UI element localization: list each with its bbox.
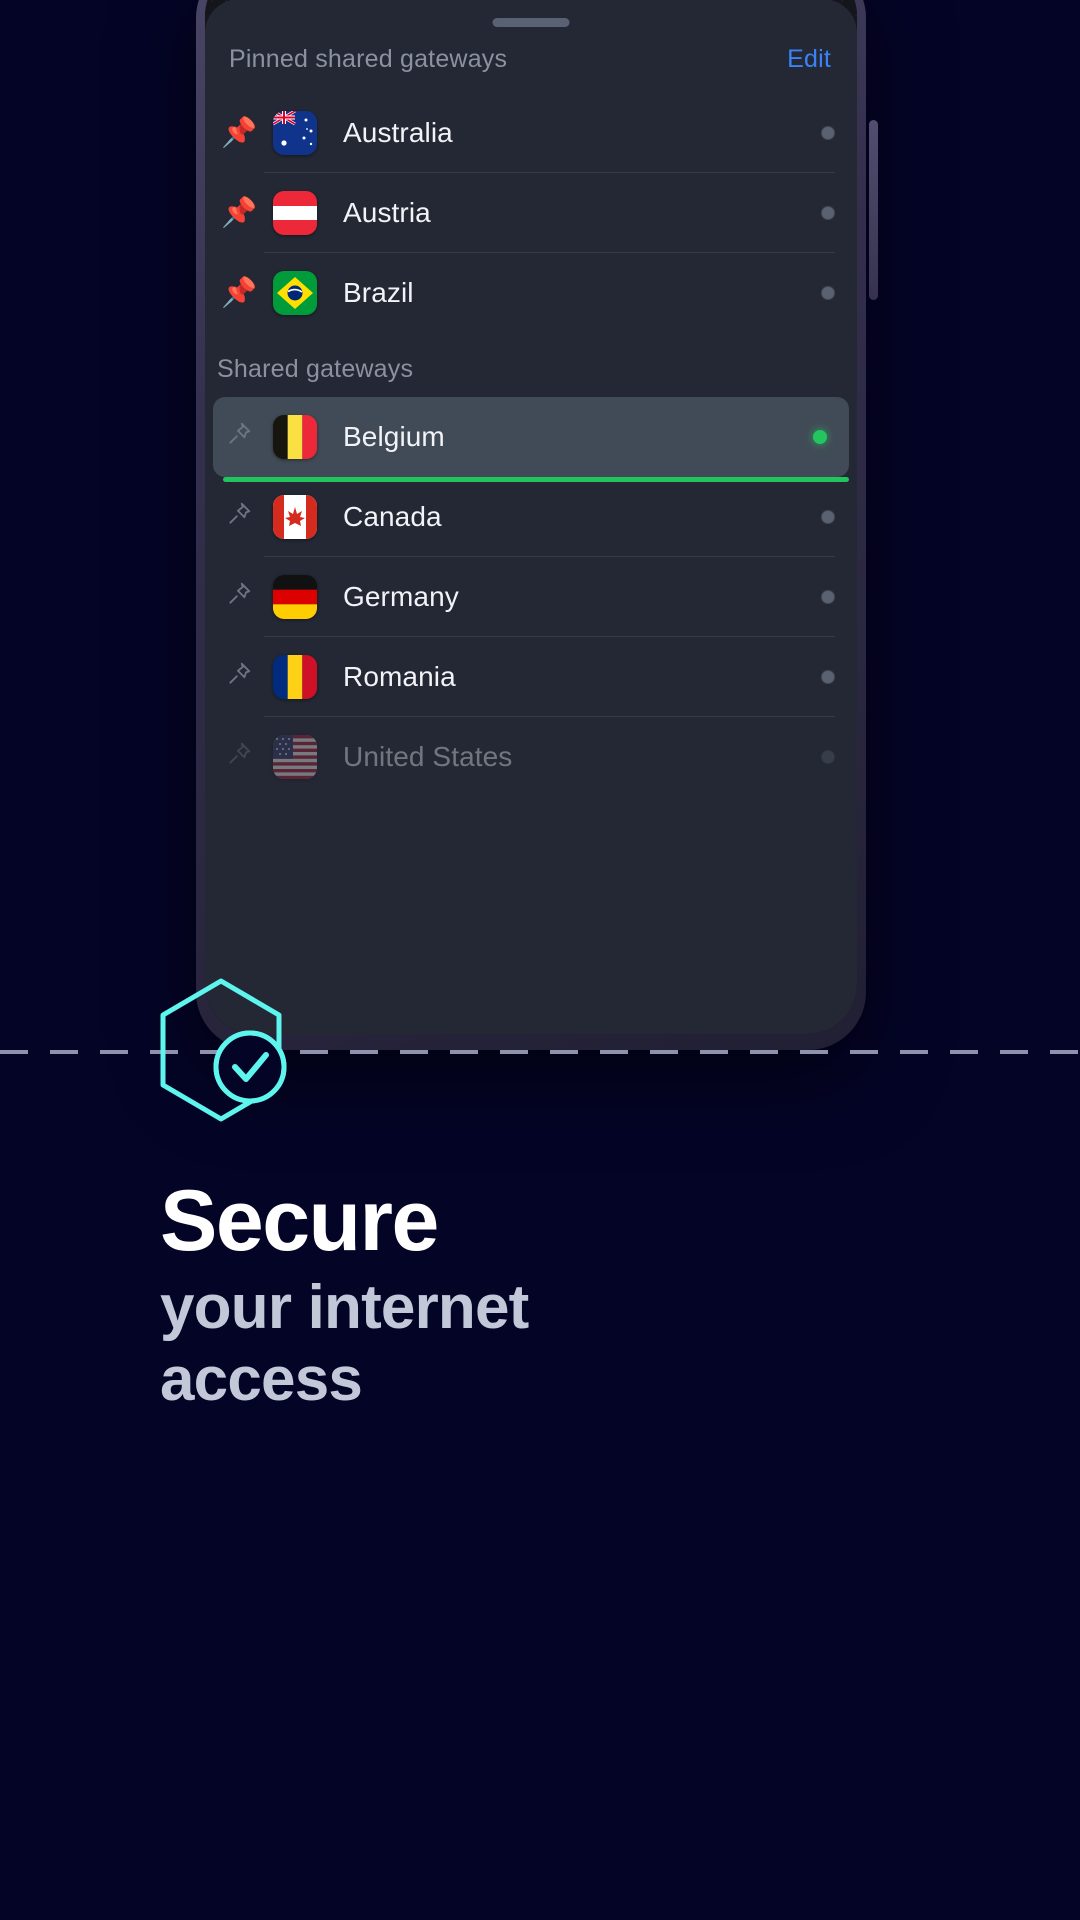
gateway-name: Austria bbox=[343, 197, 431, 228]
connection-status-dot[interactable] bbox=[821, 206, 835, 220]
flag-icon-de bbox=[273, 575, 317, 619]
flag-icon-ca bbox=[273, 495, 317, 539]
shared-section-label: Shared gateways bbox=[217, 355, 414, 383]
flag-icon-be bbox=[273, 415, 317, 459]
gateway-name: Brazil bbox=[343, 277, 414, 308]
connection-status-dot[interactable] bbox=[813, 430, 827, 444]
page-title: Secure bbox=[160, 1173, 439, 1269]
flag-icon-us bbox=[273, 735, 317, 779]
connection-status-dot[interactable] bbox=[821, 126, 835, 140]
connection-status-dot[interactable] bbox=[821, 670, 835, 684]
pin-icon-outline[interactable] bbox=[217, 661, 261, 693]
gateway-name: United States bbox=[343, 741, 513, 772]
gateway-name: Canada bbox=[343, 501, 442, 532]
gateway-bottom-sheet: Pinned shared gateways Edit 📌 Australia … bbox=[205, 0, 857, 1034]
phone-side-button bbox=[869, 120, 878, 300]
gateway-row[interactable]: Belgium bbox=[213, 397, 849, 482]
gateway-name: Belgium bbox=[343, 421, 445, 452]
connection-status-dot[interactable] bbox=[821, 510, 835, 524]
page-subtitle: your internet access bbox=[160, 1272, 529, 1416]
gateway-list: 📌 Australia 📌 Austria 📌 Brazil Shared ga… bbox=[205, 93, 857, 797]
connection-status-dot[interactable] bbox=[821, 590, 835, 604]
subtitle-line-1: your internet bbox=[160, 1273, 529, 1342]
flag-icon-au bbox=[273, 111, 317, 155]
gateway-row[interactable]: 📌 Brazil bbox=[205, 253, 857, 333]
app-screen: Pinned shared gateways Edit 📌 Australia … bbox=[0, 0, 1080, 1920]
gateway-row[interactable]: Canada bbox=[205, 477, 857, 557]
flag-icon-ro bbox=[273, 655, 317, 699]
connection-status-dot[interactable] bbox=[821, 286, 835, 300]
flag-icon-at bbox=[273, 191, 317, 235]
shield-check-icon bbox=[155, 975, 287, 1125]
pinned-section-label: Pinned shared gateways bbox=[229, 45, 508, 73]
gateway-name: Romania bbox=[343, 661, 456, 692]
gateway-name: Germany bbox=[343, 581, 459, 612]
phone-screen: Pinned shared gateways Edit 📌 Australia … bbox=[205, 0, 857, 1034]
gateway-row[interactable]: United States bbox=[205, 717, 857, 797]
gateway-row[interactable]: Romania bbox=[205, 637, 857, 717]
gateway-row[interactable]: 📌 Australia bbox=[205, 93, 857, 173]
pin-icon-outline[interactable] bbox=[217, 581, 261, 613]
subtitle-line-2: access bbox=[160, 1344, 363, 1414]
edit-button[interactable]: Edit bbox=[787, 45, 831, 74]
pin-icon-outline[interactable] bbox=[217, 501, 261, 533]
pin-icon-filled[interactable]: 📌 bbox=[217, 198, 261, 228]
gateway-name: Australia bbox=[343, 117, 453, 148]
gateway-row[interactable]: 📌 Austria bbox=[205, 173, 857, 253]
flag-icon-br bbox=[273, 271, 317, 315]
pin-icon-outline[interactable] bbox=[217, 741, 261, 773]
connection-status-dot[interactable] bbox=[821, 750, 835, 764]
pin-icon-outline[interactable] bbox=[217, 421, 261, 453]
gateway-row[interactable]: Germany bbox=[205, 557, 857, 637]
sheet-drag-handle[interactable] bbox=[492, 18, 570, 27]
pin-icon-filled[interactable]: 📌 bbox=[217, 118, 261, 148]
pin-icon-filled[interactable]: 📌 bbox=[217, 278, 261, 308]
